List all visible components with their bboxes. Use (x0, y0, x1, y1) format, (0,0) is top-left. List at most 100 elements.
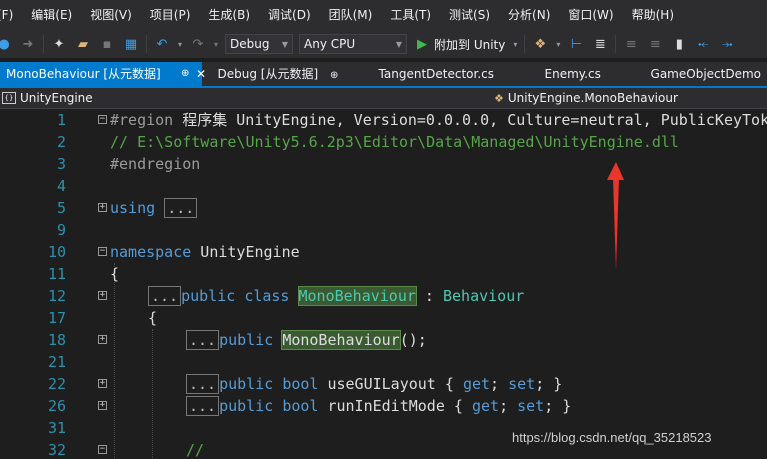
collapsed-ellipsis[interactable]: ... (148, 286, 182, 306)
type-dropdown-label: UnityEngine.MonoBehaviour (507, 91, 678, 105)
collapsed-ellipsis[interactable]: ... (186, 396, 220, 416)
inherits-colon: : (415, 287, 443, 305)
redo-icon[interactable]: ↷ (188, 33, 208, 55)
new-project-icon[interactable]: ✦ (49, 33, 69, 55)
code-line: 2 // E:\Software\Unity5.6.2p3\Editor\Dat… (0, 131, 767, 153)
collapsed-ellipsis[interactable]: ... (186, 374, 220, 394)
configuration-value: Debug (230, 37, 270, 51)
menu-file[interactable]: (F) (0, 0, 22, 30)
menu-test[interactable]: 测试(S) (440, 0, 499, 30)
namespace-icon: {} (2, 92, 16, 104)
open-brace: { (148, 309, 158, 327)
public-keyword: public (181, 287, 236, 305)
menu-help[interactable]: 帮助(H) (623, 0, 683, 30)
line-number: 12 (47, 287, 66, 305)
forward-icon[interactable]: ➜ (18, 33, 38, 55)
pin-icon[interactable]: ⊕ (330, 70, 338, 81)
annotation-arrow (607, 162, 624, 270)
step-icon[interactable]: ⊢ (566, 33, 586, 55)
code-line: 22 + ... public bool useGUILayout { get; … (0, 373, 767, 395)
collapse-icon[interactable]: − (98, 445, 107, 454)
tab-monobehaviour[interactable]: MonoBehaviour [从元数据] ⊕ ✕ (0, 62, 206, 86)
menu-build[interactable]: 生成(B) (199, 0, 259, 30)
open-folder-icon[interactable]: ▰ (73, 33, 93, 55)
menu-edit[interactable]: 编辑(E) (22, 0, 81, 30)
comment-icon[interactable]: ≡ (621, 33, 641, 55)
expand-icon[interactable]: + (98, 379, 107, 388)
bookmark-icon[interactable]: ▮ (669, 33, 689, 55)
base-class-name: Behaviour (443, 287, 525, 305)
tab-debug[interactable]: Debug [从元数据] ⊕ (202, 62, 349, 86)
menu-analyze[interactable]: 分析(N) (499, 0, 559, 30)
platform-select[interactable]: Any CPU ▼ (299, 34, 407, 54)
line-number: 10 (47, 243, 66, 261)
code-line: 11 { (0, 263, 767, 285)
code-editor[interactable]: 1 − #region 程序集 UnityEngine, Version=0.0… (0, 109, 767, 459)
dll-path-comment: // E:\Software\Unity5.6.2p3\Editor\Data\… (110, 131, 679, 153)
bool-keyword: bool (282, 375, 319, 393)
redo-dropdown-icon[interactable]: ▾ (212, 33, 220, 55)
next-bookmark-icon[interactable]: ⤞ (717, 33, 737, 55)
menu-team[interactable]: 团队(M) (320, 0, 382, 30)
pin-icon[interactable]: ⊕ (181, 62, 189, 86)
menu-project[interactable]: 项目(P) (141, 0, 200, 30)
uncomment-icon[interactable]: ≡ (645, 33, 665, 55)
toolbar-separator (615, 35, 617, 53)
play-icon[interactable]: ▶ (412, 33, 432, 55)
browser-link-icon[interactable]: ❖ (530, 33, 550, 55)
menu-tools[interactable]: 工具(T) (381, 0, 440, 30)
class-declaration: ... public class MonoBehaviour : Behaviou… (148, 285, 524, 307)
toolbar-dropdown-icon[interactable]: ▾ (554, 33, 562, 55)
attach-dropdown-icon[interactable]: ▾ (511, 33, 519, 55)
save-icon[interactable]: ▪ (97, 33, 117, 55)
toolbar: ● ➜ ✦ ▰ ▪ ▦ ↶ ▾ ↷ ▾ Debug ▼ Any CPU ▼ ▶ … (0, 30, 767, 58)
menu-window[interactable]: 窗口(W) (559, 0, 622, 30)
project-dropdown[interactable]: {} UnityEngine (2, 88, 93, 108)
prev-bookmark-icon[interactable]: ⤝ (693, 33, 713, 55)
collapse-icon[interactable]: − (98, 247, 107, 256)
code-line: 18 + ... public MonoBehaviour(); (0, 329, 767, 351)
region-keyword: #region (110, 111, 183, 129)
line-number: 22 (47, 375, 66, 393)
public-keyword: public (219, 331, 274, 349)
chevron-down-icon: ▼ (395, 39, 402, 49)
undo-icon[interactable]: ↶ (152, 33, 172, 55)
property-text: useGUILayout { (318, 375, 463, 393)
tab-gameobjectdemo[interactable]: GameObjectDemo (599, 62, 767, 86)
menu-debug[interactable]: 调试(D) (259, 0, 320, 30)
tab-tangentdetector[interactable]: TangentDetector.cs (349, 62, 499, 86)
endregion-line: #endregion (110, 153, 200, 175)
collapsed-ellipsis[interactable]: ... (186, 330, 220, 350)
open-brace: { (110, 265, 120, 283)
expand-icon[interactable]: + (98, 401, 107, 410)
endregion-keyword: #endregion (110, 155, 201, 173)
collapsed-ellipsis[interactable]: ... (164, 198, 198, 218)
expand-icon[interactable]: + (98, 335, 107, 344)
line-number: 18 (47, 331, 66, 349)
attach-to-unity-button[interactable]: 附加到 Unity (434, 36, 505, 53)
expand-icon[interactable]: + (98, 203, 107, 212)
code-line: 5 + using ... (0, 197, 767, 219)
undo-dropdown-icon[interactable]: ▾ (176, 33, 184, 55)
line-number: 4 (56, 177, 66, 195)
line-number: 31 (47, 419, 66, 437)
collapse-icon[interactable]: − (98, 115, 107, 124)
get-keyword: get (462, 375, 491, 393)
type-dropdown[interactable]: ❖ UnityEngine.MonoBehaviour (494, 88, 678, 108)
configuration-select[interactable]: Debug ▼ (225, 34, 293, 54)
menu-bar: (F) 编辑(E) 视图(V) 项目(P) 生成(B) 调试(D) 团队(M) … (0, 0, 767, 30)
region-line: #region 程序集 UnityEngine, Version=0.0.0.0… (110, 109, 767, 131)
chevron-down-icon: ▼ (281, 39, 288, 49)
line-number: 17 (47, 309, 66, 327)
semicolon: ; (499, 397, 518, 415)
namespace-name: UnityEngine (191, 243, 300, 261)
menu-view[interactable]: 视图(V) (81, 0, 141, 30)
back-icon[interactable]: ● (0, 33, 14, 55)
line-number: 5 (56, 199, 66, 217)
navigation-bar: {} UnityEngine ❖ UnityEngine.MonoBehavio… (0, 88, 767, 109)
expand-icon[interactable]: + (98, 291, 107, 300)
code-line: 4 (0, 175, 767, 197)
format-icon[interactable]: ≣ (590, 33, 610, 55)
tab-enemy[interactable]: Enemy.cs (499, 62, 601, 86)
save-all-icon[interactable]: ▦ (121, 33, 141, 55)
